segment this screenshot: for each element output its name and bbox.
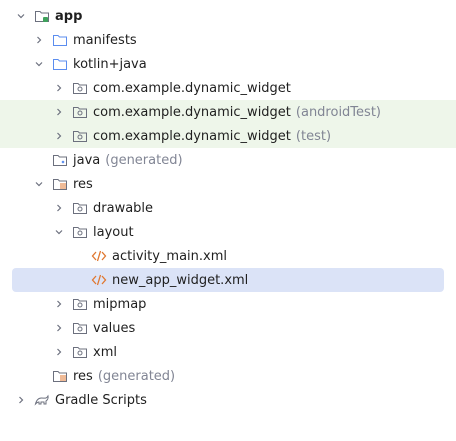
tree-item-label: Gradle Scripts [55, 392, 147, 408]
tree-item-label: com.example.dynamic_widget [93, 80, 291, 96]
tree-item-label: java [73, 152, 101, 168]
module-folder-icon [34, 8, 50, 24]
tree-item-suffix: (generated) [97, 368, 176, 384]
tree-item-manifests[interactable]: manifests [0, 28, 456, 52]
package-icon [72, 104, 88, 120]
xml-file-icon [91, 272, 107, 288]
project-tree: app manifests kotlin+java com.example.dy… [0, 0, 456, 441]
chevron-right-icon[interactable] [52, 105, 66, 119]
chevron-down-icon[interactable] [32, 177, 46, 191]
tree-item-mipmap[interactable]: mipmap [0, 292, 456, 316]
tree-item-label: manifests [73, 32, 137, 48]
tree-item-package[interactable]: com.example.dynamic_widget [0, 76, 456, 100]
tree-item-suffix: (test) [295, 128, 332, 144]
chevron-right-icon[interactable] [14, 393, 28, 407]
tree-item-label: xml [93, 344, 117, 360]
tree-item-label: layout [93, 224, 134, 240]
tree-item-gradle-scripts[interactable]: Gradle Scripts [0, 388, 456, 412]
chevron-down-icon[interactable] [14, 9, 28, 23]
tree-item-label: res [73, 176, 93, 192]
tree-item-package-test[interactable]: com.example.dynamic_widget (test) [0, 124, 456, 148]
chevron-right-icon[interactable] [52, 129, 66, 143]
resource-folder-icon [52, 368, 68, 384]
chevron-down-icon[interactable] [52, 225, 66, 239]
tree-item-res[interactable]: res [0, 172, 456, 196]
tree-item-layout[interactable]: layout [0, 220, 456, 244]
tree-item-res-generated[interactable]: res (generated) [0, 364, 456, 388]
package-icon [72, 320, 88, 336]
folder-icon [52, 32, 68, 48]
tree-item-values[interactable]: values [0, 316, 456, 340]
gradle-icon [34, 392, 50, 408]
generated-folder-icon [52, 152, 68, 168]
xml-file-icon [91, 248, 107, 264]
tree-item-label: new_app_widget.xml [112, 272, 249, 288]
tree-item-file[interactable]: activity_main.xml [0, 244, 456, 268]
tree-item-package-android-test[interactable]: com.example.dynamic_widget (androidTest) [0, 100, 456, 124]
tree-item-label: com.example.dynamic_widget [93, 104, 291, 120]
tree-item-label: mipmap [93, 296, 147, 312]
tree-item-suffix: (androidTest) [295, 104, 381, 120]
package-icon [72, 80, 88, 96]
chevron-right-icon[interactable] [52, 345, 66, 359]
tree-item-app[interactable]: app [0, 4, 456, 28]
package-icon [72, 344, 88, 360]
tree-item-java-generated[interactable]: java (generated) [0, 148, 456, 172]
tree-item-label: drawable [93, 200, 154, 216]
tree-item-label: kotlin+java [73, 56, 147, 72]
package-icon [72, 224, 88, 240]
chevron-down-icon[interactable] [32, 57, 46, 71]
tree-item-drawable[interactable]: drawable [0, 196, 456, 220]
resource-folder-icon [52, 176, 68, 192]
package-icon [72, 296, 88, 312]
tree-item-label: com.example.dynamic_widget [93, 128, 291, 144]
folder-icon [52, 56, 68, 72]
chevron-right-icon[interactable] [32, 33, 46, 47]
tree-item-label: res [73, 368, 93, 384]
package-icon [72, 128, 88, 144]
tree-item-label: values [93, 320, 136, 336]
tree-item-label: activity_main.xml [112, 248, 228, 264]
chevron-right-icon[interactable] [52, 81, 66, 95]
chevron-right-icon[interactable] [52, 297, 66, 311]
chevron-right-icon[interactable] [52, 201, 66, 215]
tree-item-suffix: (generated) [105, 152, 183, 168]
chevron-right-icon[interactable] [52, 321, 66, 335]
tree-item-label: app [55, 8, 83, 24]
package-icon [72, 200, 88, 216]
tree-item-file-selected[interactable]: new_app_widget.xml [12, 268, 444, 292]
tree-item-kotlin-java[interactable]: kotlin+java [0, 52, 456, 76]
tree-item-xml[interactable]: xml [0, 340, 456, 364]
